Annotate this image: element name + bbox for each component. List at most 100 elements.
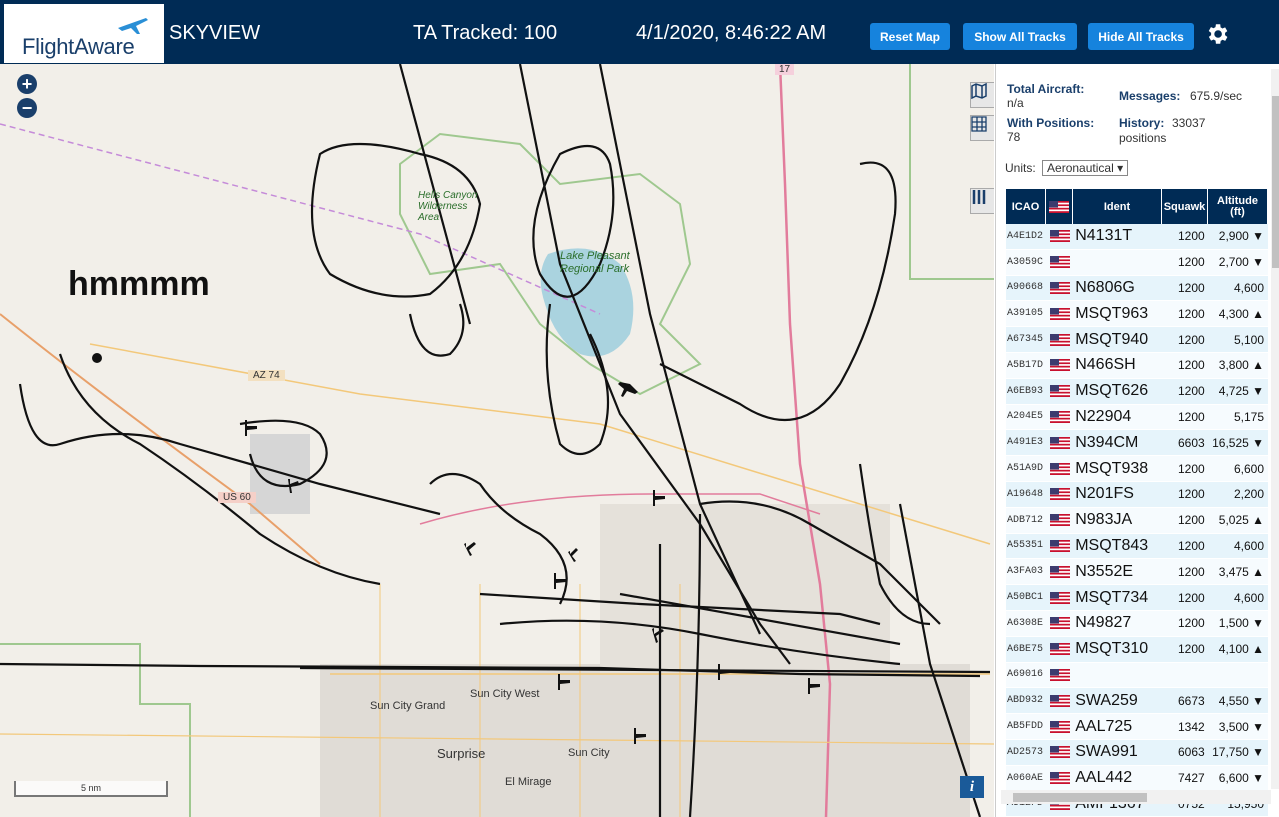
column-header-squawk[interactable]: Squawk [1162, 189, 1208, 224]
table-row[interactable]: A3059C 1200 2,700 ▼ [1006, 249, 1268, 276]
urban-area [600, 504, 890, 674]
grid-toggle-button[interactable] [970, 115, 994, 141]
column-header-icao[interactable]: ICAO [1006, 189, 1046, 224]
map-layer-button[interactable] [970, 82, 994, 108]
flightaware-logo[interactable]: FlightAware [4, 4, 164, 63]
us-flag-icon [1049, 539, 1070, 552]
logo-text: FlightAware [22, 34, 135, 59]
map-annotation-text: hmmmm [68, 265, 210, 303]
us-flag-icon [1049, 256, 1070, 269]
us-flag-icon [1049, 565, 1070, 578]
squawk-cell: 1342 [1177, 719, 1205, 734]
flag-cell [1047, 514, 1074, 527]
squawk-cell: 1200 [1177, 564, 1205, 579]
squawk-cell: 1200 [1177, 461, 1205, 476]
icao-cell: AB5FDD [1007, 721, 1044, 733]
table-row[interactable]: A90668 N6806G 1200 4,600 [1006, 275, 1268, 302]
altitude-header-unit: (ft) [1230, 205, 1245, 218]
squawk-cell: 1200 [1177, 332, 1205, 347]
altitude-cell: 5,025 ▲ [1218, 513, 1265, 528]
vertical-scrollbar-thumb[interactable] [1272, 96, 1279, 268]
us60-label: US 60 [218, 492, 256, 503]
total-aircraft-label: Total Aircraft: [1007, 82, 1085, 96]
altitude-cell: 4,600 [1233, 280, 1265, 295]
hide-all-tracks-button[interactable]: Hide All Tracks [1088, 23, 1194, 50]
table-row[interactable]: ABD932 SWA259 6673 4,550 ▼ [1006, 688, 1268, 715]
icao-cell: A69016 [1007, 669, 1044, 681]
aircraft-panel: Total Aircraft: n/a With Positions: 78 M… [995, 64, 1279, 817]
table-row[interactable]: A51A9D MSQT938 1200 6,600 [1006, 456, 1268, 482]
table-row[interactable]: A19648 N201FS 1200 2,200 [1006, 481, 1268, 508]
table-row[interactable]: A5B17D N466SH 1200 3,800 ▲ [1006, 352, 1268, 379]
table-row[interactable]: A4E1D2 N4131T 1200 2,900 ▼ [1006, 224, 1268, 250]
ident-cell: MSQT734 [1075, 588, 1149, 606]
table-row[interactable]: AB5FDD AAL725 1342 3,500 ▼ [1006, 714, 1268, 740]
column-header-altitude[interactable]: Altitude (ft) [1208, 189, 1268, 224]
map-view[interactable]: + − hmmmm Lake Pleasant Regional Park He… [0, 64, 994, 817]
table-row[interactable]: A491E3 N394CM 6603 16,525 ▼ [1006, 430, 1268, 457]
columns-toggle-button[interactable] [970, 188, 994, 214]
with-positions-label: With Positions: [1007, 116, 1095, 130]
table-row[interactable]: A060AE AAL442 7427 6,600 ▼ [1006, 765, 1268, 792]
table-row[interactable]: A69016 [1006, 662, 1268, 689]
us-flag-icon [1049, 591, 1070, 604]
units-row: Units: Aeronautical ▾ [1005, 160, 1129, 176]
zoom-in-button[interactable]: + [17, 74, 37, 94]
flag-cell [1047, 281, 1074, 294]
table-row[interactable]: A6BE75 MSQT310 1200 4,100 ▲ [1006, 636, 1268, 663]
icao-cell: ADB712 [1007, 514, 1044, 526]
show-all-tracks-button[interactable]: Show All Tracks [963, 23, 1077, 50]
us-flag-icon [1049, 333, 1070, 346]
total-aircraft-value: n/a [1007, 96, 1024, 110]
altitude-cell: 4,725 ▼ [1218, 384, 1265, 399]
icao-cell: A3059C [1007, 256, 1044, 268]
altitude-cell: 4,600 [1233, 538, 1265, 553]
table-row[interactable]: A6308E N49827 1200 1,500 ▼ [1006, 610, 1268, 637]
us-flag-icon [1049, 772, 1070, 785]
gear-icon[interactable] [1204, 21, 1230, 47]
table-row[interactable]: ADB712 N983JA 1200 5,025 ▲ [1006, 507, 1268, 534]
altitude-cell: 3,475 ▲ [1218, 564, 1265, 579]
table-row[interactable]: A39105 MSQT963 1200 4,300 ▲ [1006, 301, 1268, 328]
us-flag-icon [1049, 307, 1070, 320]
flag-cell [1047, 462, 1074, 475]
column-header-ident[interactable]: Ident [1073, 189, 1162, 224]
icao-cell: A4E1D2 [1007, 230, 1044, 242]
column-header-flag[interactable] [1046, 189, 1073, 224]
info-button[interactable]: i [960, 776, 984, 798]
messages-label: Messages: [1119, 89, 1181, 103]
table-row[interactable]: A55351 MSQT843 1200 4,600 [1006, 533, 1268, 560]
ident-cell: N466SH [1075, 356, 1136, 374]
icao-cell: A90668 [1007, 282, 1044, 294]
ident-cell: N201FS [1075, 485, 1134, 503]
icao-cell: A50BC1 [1007, 592, 1044, 604]
icao-cell: A39105 [1007, 308, 1044, 320]
flag-cell [1047, 617, 1074, 630]
columns-icon [972, 190, 986, 204]
map-canvas[interactable] [0, 64, 994, 817]
us-flag-icon [1049, 359, 1070, 372]
units-select[interactable]: Aeronautical ▾ [1042, 160, 1129, 176]
table-row[interactable]: AD2573 SWA991 6063 17,750 ▼ [1006, 739, 1268, 766]
reset-map-button[interactable]: Reset Map [870, 23, 950, 50]
horizontal-scrollbar-thumb[interactable] [1013, 793, 1147, 802]
altitude-cell: 5,100 [1233, 332, 1265, 347]
squawk-cell: 6063 [1177, 745, 1205, 760]
ident-cell: N49827 [1075, 614, 1132, 632]
flag-cell [1047, 488, 1074, 501]
altitude-cell: 6,600 ▼ [1218, 771, 1265, 786]
table-row[interactable]: A67345 MSQT940 1200 5,100 [1006, 327, 1268, 353]
map-scale-bar: 5 nm [14, 781, 168, 797]
altitude-cell: 4,600 [1233, 590, 1265, 605]
zoom-out-button[interactable]: − [17, 98, 37, 118]
table-row[interactable]: A50BC1 MSQT734 1200 4,600 [1006, 585, 1268, 611]
table-row[interactable]: A6EB93 MSQT626 1200 4,725 ▼ [1006, 378, 1268, 405]
squawk-cell: 7427 [1177, 771, 1205, 786]
flag-cell [1047, 385, 1074, 398]
table-row[interactable]: A204E5 N22904 1200 5,175 [1006, 404, 1268, 431]
ident-cell: MSQT310 [1075, 640, 1149, 658]
icao-cell: A5B17D [1007, 359, 1044, 371]
flag-cell [1047, 307, 1074, 320]
table-row[interactable]: A3FA03 N3552E 1200 3,475 ▲ [1006, 559, 1268, 586]
ident-cell: N4131T [1075, 227, 1133, 245]
